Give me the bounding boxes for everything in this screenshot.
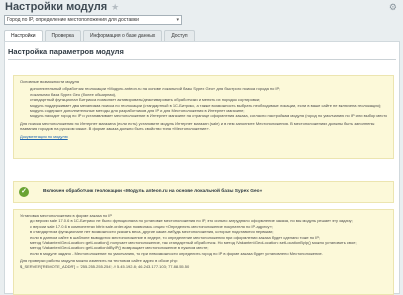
install-code: $_SERVER['REMOTE_ADDR'] = '255.255.255.2… (20, 263, 190, 269)
list-item: модуль находит город по IP и устанавлива… (30, 113, 387, 118)
settings-panel: Настройка параметров модуля Основные воз… (4, 41, 400, 295)
install-list: до версии sale 17.0.6 в 1С-Битрикс не бы… (20, 218, 387, 256)
tab-database-info[interactable]: Информация о базе данных (82, 30, 163, 41)
check-icon: ✓ (19, 187, 29, 197)
page-header: Настройки модуля ★ (5, 0, 119, 14)
geolocation-status-label: Включен обработчик геолокации «Модуль an… (43, 189, 263, 195)
tab-settings[interactable]: Настройки (4, 30, 43, 41)
documentation-link[interactable]: Документация по модулю (20, 134, 68, 139)
tab-bar: Настройки Проверка Информация о базе дан… (4, 30, 195, 41)
features-note: Основные возможности модуля дополнительн… (13, 75, 394, 159)
module-select[interactable]: Город по IP, определение местоположения … (4, 15, 182, 25)
tab-check[interactable]: Проверка (44, 30, 81, 41)
page-title: Настройки модуля (5, 1, 108, 13)
tab-access[interactable]: Доступ (164, 30, 195, 41)
gear-icon[interactable]: ⚙ (389, 2, 397, 13)
features-heading: Основные возможности модуля (20, 79, 80, 84)
module-select-value: Город по IP, определение местоположения … (7, 17, 139, 23)
install-note: Установка местоположения в форме заказа … (13, 209, 394, 295)
features-paragraph: Для поиска местоположения по Интернет ма… (20, 120, 375, 132)
section-title: Настройка параметров модуля (8, 47, 124, 56)
divider (8, 59, 396, 60)
geolocation-status: ✓ Включен обработчик геолокации «Модуль … (13, 181, 394, 203)
star-icon[interactable]: ★ (111, 2, 119, 13)
chevron-down-icon: ▾ (176, 17, 179, 23)
features-list: дополнительный обработчик геолокации «Мо… (20, 86, 387, 118)
list-item: если в модуле задано - Местоположение по… (30, 251, 387, 256)
